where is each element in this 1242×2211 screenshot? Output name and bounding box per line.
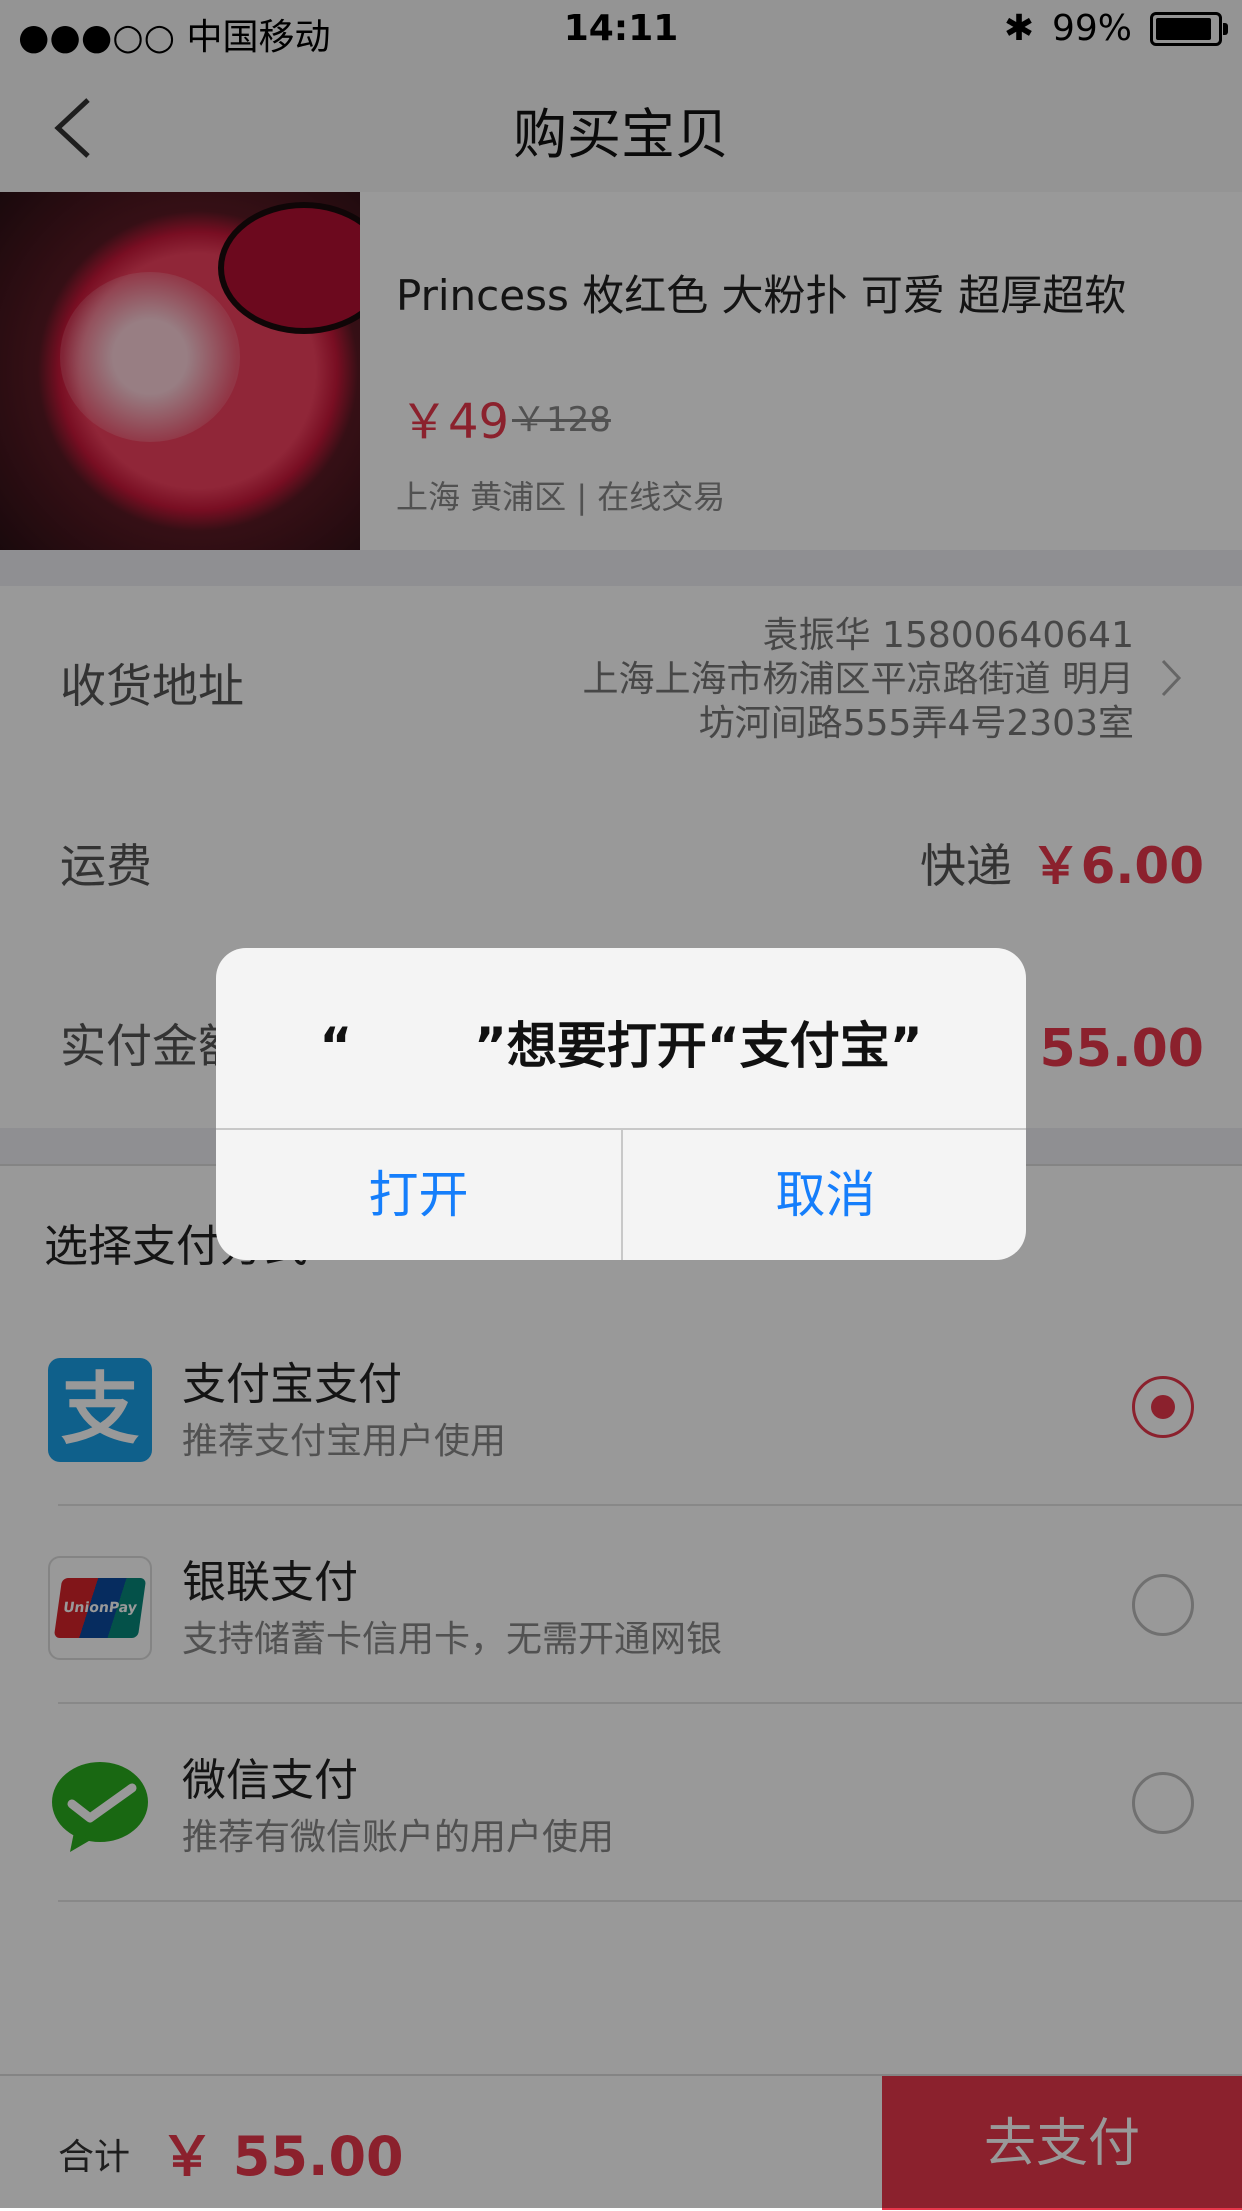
alert-cancel-button[interactable]: 取消 (623, 1130, 1026, 1260)
open-app-alert: “ ”想要打开“支付宝” 打开 取消 (216, 948, 1026, 1260)
alert-open-button[interactable]: 打开 (216, 1130, 621, 1260)
alert-message: “ ”想要打开“支付宝” (319, 1017, 923, 1075)
